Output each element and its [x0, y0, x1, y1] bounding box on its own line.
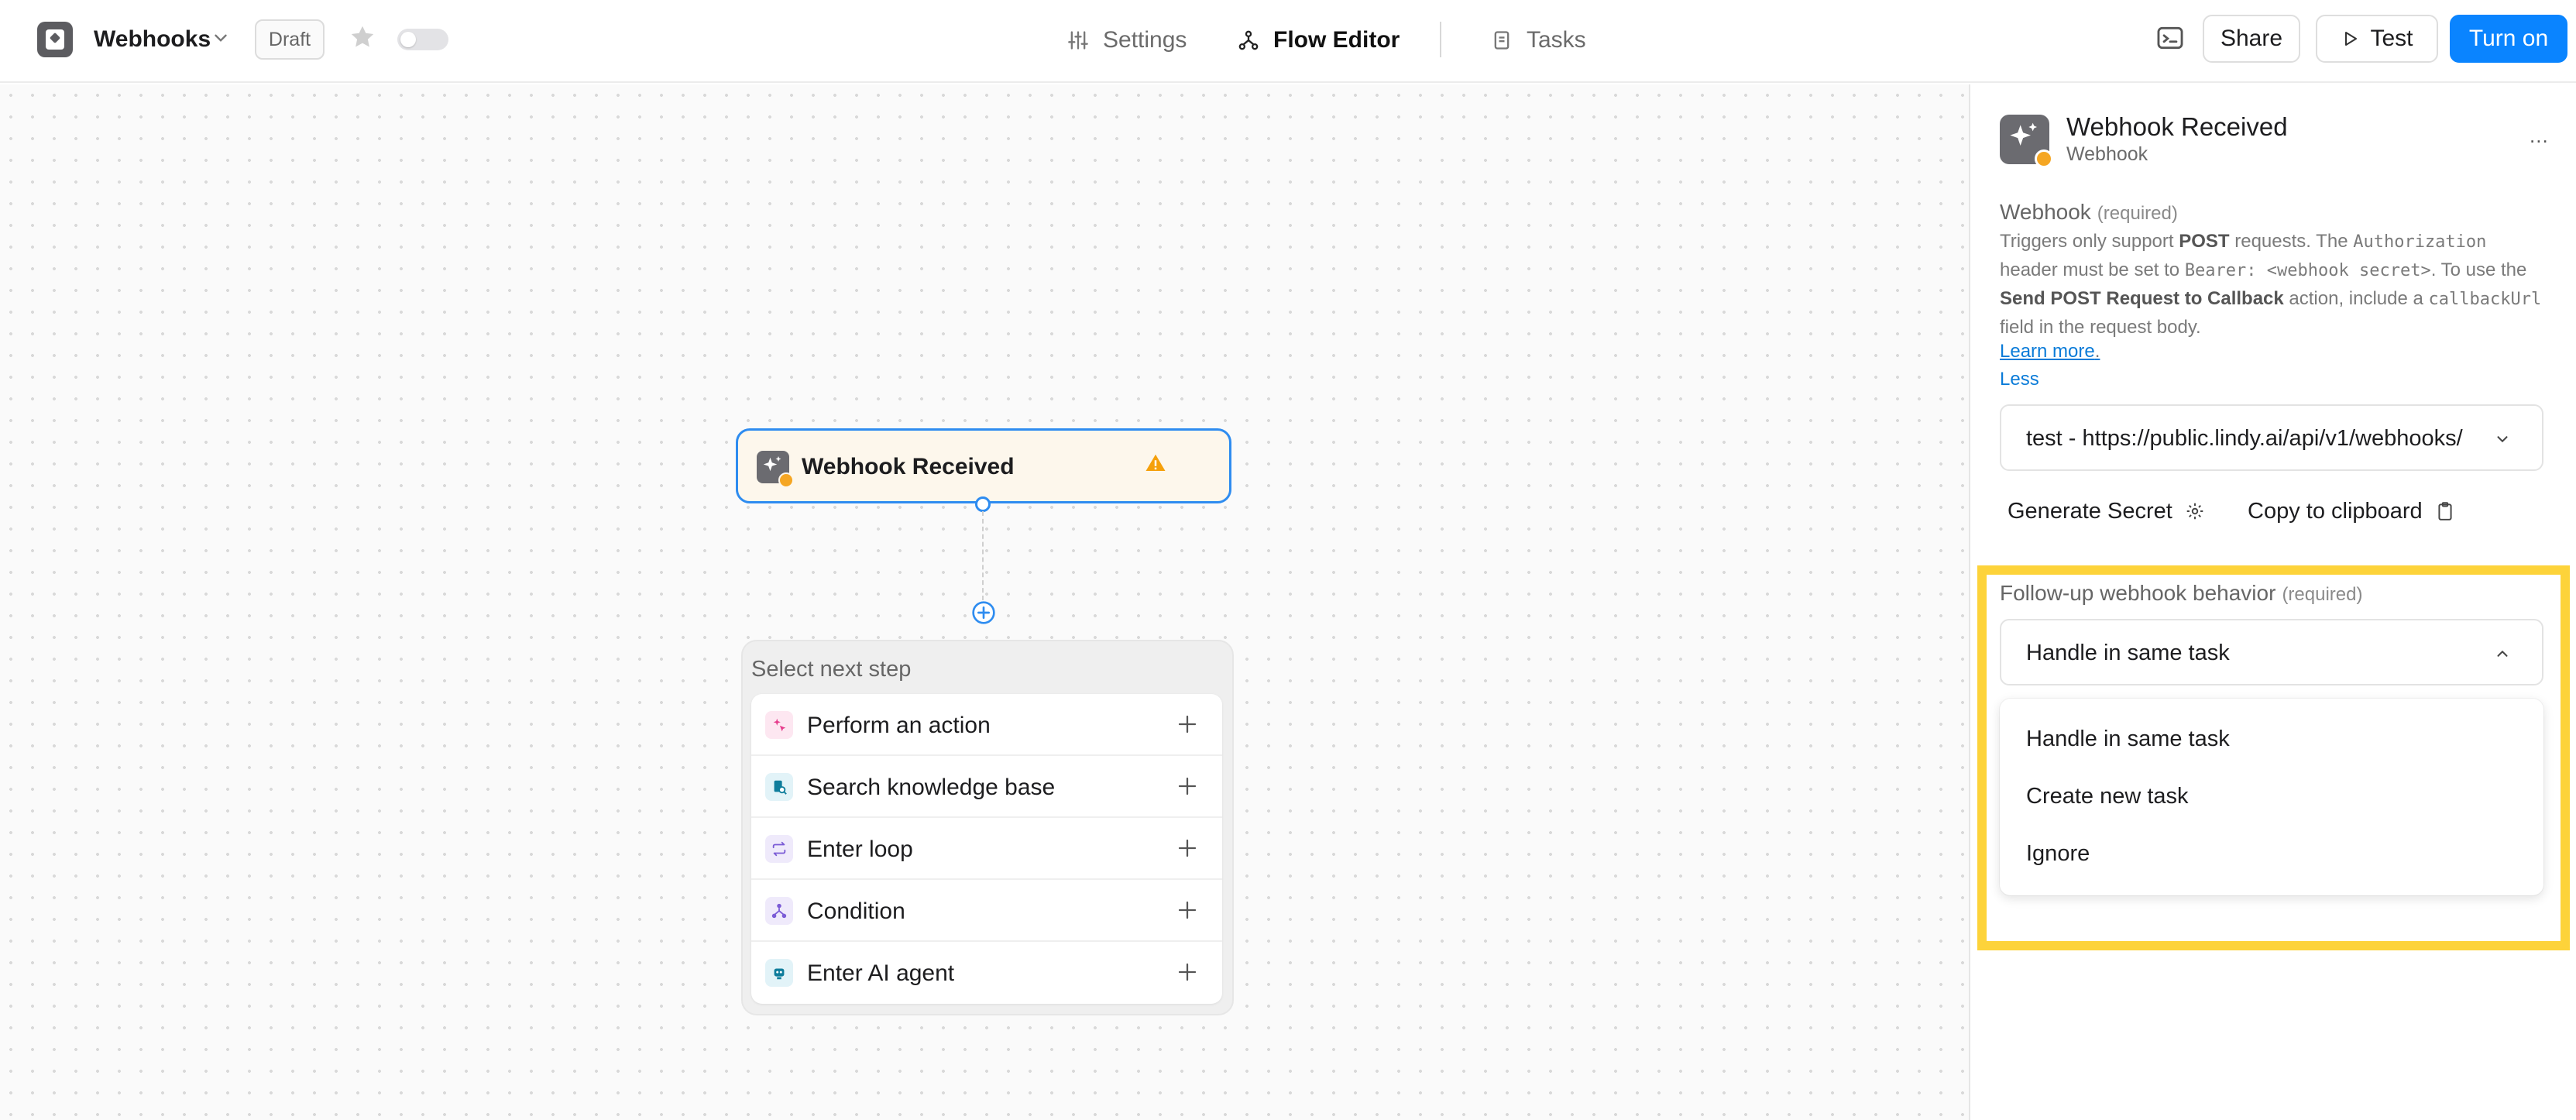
- tab-tasks[interactable]: Tasks: [1491, 23, 1586, 57]
- clipboard-icon: [2438, 502, 2452, 520]
- sparkle-cursor-icon: [765, 711, 793, 739]
- step-list: Perform an action Search knowledge base …: [751, 694, 1222, 1004]
- step-label: Perform an action: [807, 713, 991, 738]
- robot-icon: [765, 959, 793, 987]
- dropdown-option-ignore[interactable]: Ignore: [2026, 841, 2090, 867]
- show-less-link[interactable]: Less: [2000, 369, 2039, 390]
- webhook-sparkle-icon: [757, 451, 794, 488]
- copy-to-clipboard-label: Copy to clipboard: [2248, 498, 2423, 524]
- sliders-icon: [1068, 31, 1088, 50]
- tab-settings-label: Settings: [1103, 27, 1187, 53]
- add-step-icon[interactable]: [971, 600, 996, 625]
- webhook-url-value: test - https://public.lindy.ai/api/v1/we…: [2026, 426, 2463, 451]
- terminal-icon[interactable]: [2155, 23, 2185, 53]
- test-button[interactable]: Test: [2316, 15, 2438, 63]
- step-option-enter-ai-agent[interactable]: Enter AI agent: [751, 942, 1222, 1004]
- gear-icon: [2186, 503, 2203, 520]
- plus-icon[interactable]: [1176, 837, 1199, 860]
- warning-triangle-icon[interactable]: [1144, 452, 1167, 475]
- step-option-search-knowledge-base[interactable]: Search knowledge base: [751, 756, 1222, 818]
- panel-title: Webhook Received: [2066, 112, 2288, 141]
- step-option-enter-loop[interactable]: Enter loop: [751, 818, 1222, 880]
- webhook-description: Triggers only support POST requests. The…: [2000, 231, 2542, 338]
- tab-flow-editor-label: Flow Editor: [1273, 27, 1400, 53]
- generate-secret-label: Generate Secret: [2008, 498, 2172, 524]
- chevron-down-icon: [2497, 436, 2508, 443]
- chevron-down-icon[interactable]: [211, 28, 231, 48]
- tab-tasks-label: Tasks: [1527, 27, 1586, 53]
- trigger-node[interactable]: Webhook Received: [736, 428, 1231, 503]
- webhook-field-label: Webhook (required): [2000, 200, 2178, 224]
- top-bar: Webhooks Draft Settings Flow Editor Task…: [0, 0, 2576, 83]
- app-logo-icon[interactable]: [37, 22, 73, 57]
- loop-icon: [765, 835, 793, 863]
- plus-icon[interactable]: [1176, 775, 1199, 798]
- flow-active-toggle[interactable]: [397, 29, 448, 50]
- webhook-url-select[interactable]: test - https://public.lindy.ai/api/v1/we…: [2000, 404, 2543, 471]
- plus-icon[interactable]: [1176, 713, 1199, 736]
- followup-behavior-value: Handle in same task: [2026, 641, 2230, 665]
- clipboard-list-icon: [1494, 31, 1510, 50]
- flow-icon: [1238, 30, 1259, 50]
- step-label: Enter AI agent: [807, 960, 955, 986]
- panel-subtitle: Webhook: [2066, 143, 2148, 165]
- tab-flow-editor[interactable]: Flow Editor: [1238, 23, 1400, 57]
- tab-settings[interactable]: Settings: [1067, 23, 1187, 57]
- next-step-title: Select next step: [751, 657, 912, 682]
- flow-name[interactable]: Webhooks: [94, 26, 211, 53]
- dropdown-option-handle-same-task[interactable]: Handle in same task: [2026, 727, 2230, 752]
- nav-divider: [1440, 22, 1441, 57]
- turn-on-button[interactable]: Turn on: [2450, 15, 2567, 63]
- play-icon: [2345, 32, 2358, 46]
- share-button[interactable]: Share: [2203, 15, 2300, 63]
- dropdown-option-create-new-task[interactable]: Create new task: [2026, 784, 2189, 809]
- connector-line: [982, 511, 984, 600]
- step-option-perform-action[interactable]: Perform an action: [751, 694, 1222, 756]
- knowledge-base-icon: [765, 773, 793, 801]
- copy-to-clipboard-button[interactable]: Copy to clipboard: [2248, 496, 2455, 527]
- webhook-sparkle-icon: [2000, 115, 2053, 168]
- plus-icon[interactable]: [1176, 960, 1199, 984]
- trigger-node-title: Webhook Received: [802, 454, 1015, 479]
- test-button-label: Test: [2370, 26, 2413, 51]
- followup-behavior-dropdown: Handle in same task Create new task Igno…: [2000, 699, 2543, 895]
- generate-secret-button[interactable]: Generate Secret: [2008, 496, 2205, 527]
- branch-icon: [765, 897, 793, 925]
- star-icon[interactable]: [349, 23, 376, 51]
- step-label: Search knowledge base: [807, 775, 1056, 800]
- status-badge: Draft: [255, 19, 325, 60]
- step-option-condition[interactable]: Condition: [751, 880, 1222, 942]
- chevron-up-icon: [2497, 650, 2508, 657]
- learn-more-link[interactable]: Learn more.: [2000, 341, 2100, 362]
- step-label: Enter loop: [807, 837, 913, 862]
- followup-behavior-select[interactable]: Handle in same task: [2000, 619, 2543, 685]
- followup-behavior-label: Follow-up webhook behavior (required): [2000, 581, 2363, 605]
- step-label: Condition: [807, 898, 905, 924]
- more-options-button[interactable]: ...: [2530, 124, 2549, 148]
- plus-icon[interactable]: [1176, 898, 1199, 922]
- node-output-handle[interactable]: [975, 496, 991, 512]
